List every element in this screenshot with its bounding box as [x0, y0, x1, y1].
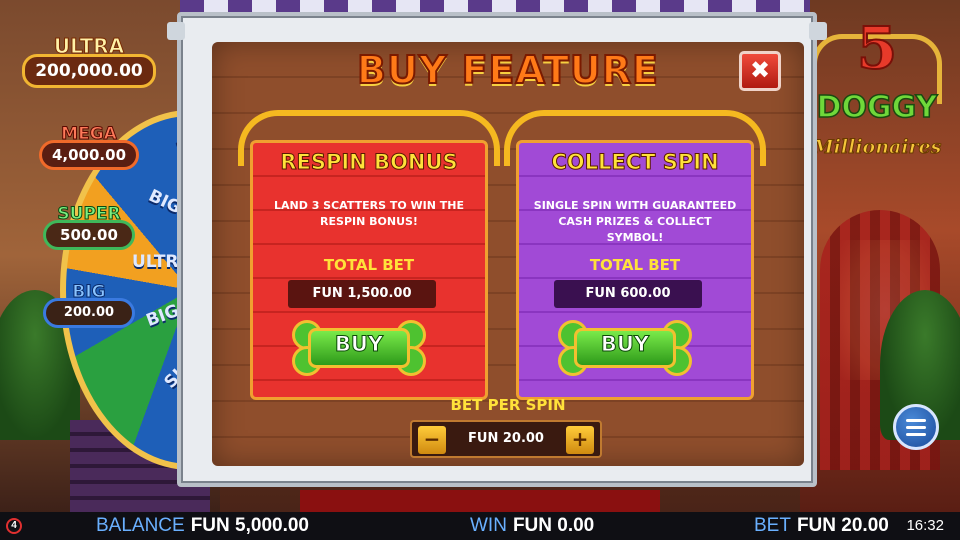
jackpot-title: MEGA	[61, 124, 118, 145]
card-title: RESPIN BONUS	[280, 150, 458, 175]
jackpot-amount: 200.00	[43, 298, 135, 328]
red-carpet	[300, 490, 660, 512]
card-description: SINGLE SPIN WITH GUARANTEED CASH PRIZES …	[533, 199, 737, 244]
bet-per-spin-stepper: − FUN 20.00 +	[410, 420, 602, 458]
buy-label: BUY	[600, 332, 650, 357]
bet-per-spin-label: BET PER SPIN	[450, 396, 566, 414]
jackpot-title: ULTRA	[53, 34, 125, 59]
jackpot-big: BIG 200.00	[22, 282, 156, 328]
bet-per-spin-value: FUN 20.00	[468, 431, 544, 446]
logo-doggy: DOGGY	[816, 89, 938, 126]
decrease-bet-button[interactable]: −	[418, 426, 446, 454]
jackpot-amount: 200,000.00	[22, 54, 156, 88]
jackpot-ultra: ULTRA 200,000.00	[22, 34, 156, 88]
win-display: WIN FUN 0.00	[470, 512, 594, 540]
game-background: SU BIG ULTRA BIG SUP ULTRA 200,000.00 ME…	[0, 0, 960, 512]
jackpot-title: SUPER	[57, 204, 121, 225]
jackpot-super: SUPER 500.00	[22, 204, 156, 250]
bet-value: FUN 20.00	[796, 515, 889, 536]
bet-label: BET	[754, 515, 791, 536]
increase-bet-button[interactable]: +	[566, 426, 594, 454]
buy-label: BUY	[334, 332, 384, 357]
card-title: COLLECT SPIN	[551, 150, 719, 175]
close-button[interactable]: ✖	[739, 51, 781, 91]
total-bet-value: FUN 1,500.00	[288, 280, 436, 308]
total-bet-value: FUN 600.00	[554, 280, 702, 308]
jackpot-mega: MEGA 4,000.00	[22, 124, 156, 170]
jackpot-title: BIG	[72, 282, 106, 303]
jackpot-amount: 4,000.00	[39, 140, 139, 170]
provider-logo-icon: 4	[6, 518, 22, 534]
total-bet-label: TOTAL BET	[323, 256, 415, 274]
win-label: WIN	[470, 515, 507, 536]
balance-value: FUN 5,000.00	[190, 515, 309, 536]
status-bar: 4 BALANCE FUN 5,000.00 WIN FUN 0.00 BET FUN…	[0, 512, 960, 540]
jackpot-amount: 500.00	[43, 220, 135, 250]
bet-display: BET FUN 20.00	[754, 512, 889, 540]
balance-display: BALANCE FUN 5,000.00	[96, 512, 309, 540]
card-description: LAND 3 SCATTERS TO WIN THE RESPIN BONUS!	[274, 199, 464, 228]
respin-bonus-card: RESPIN BONUS LAND 3 SCATTERS TO WIN THE …	[238, 110, 500, 400]
menu-button[interactable]	[893, 404, 939, 450]
win-value: FUN 0.00	[512, 515, 595, 536]
logo-millionaires: Millionaires	[812, 136, 942, 159]
dialog-title: BUY FEATURE	[356, 47, 659, 93]
total-bet-label: TOTAL BET	[589, 256, 681, 274]
buy-collect-spin-button[interactable]: BUY	[556, 320, 694, 378]
balance-label: BALANCE	[96, 515, 185, 536]
clock: 16:32	[906, 517, 944, 534]
collect-spin-card: COLLECT SPIN SINGLE SPIN WITH GUARANTEED…	[504, 110, 766, 400]
buy-respin-bonus-button[interactable]: BUY	[290, 320, 428, 378]
close-icon: ✖	[749, 56, 771, 84]
hamburger-menu-icon	[906, 417, 926, 438]
